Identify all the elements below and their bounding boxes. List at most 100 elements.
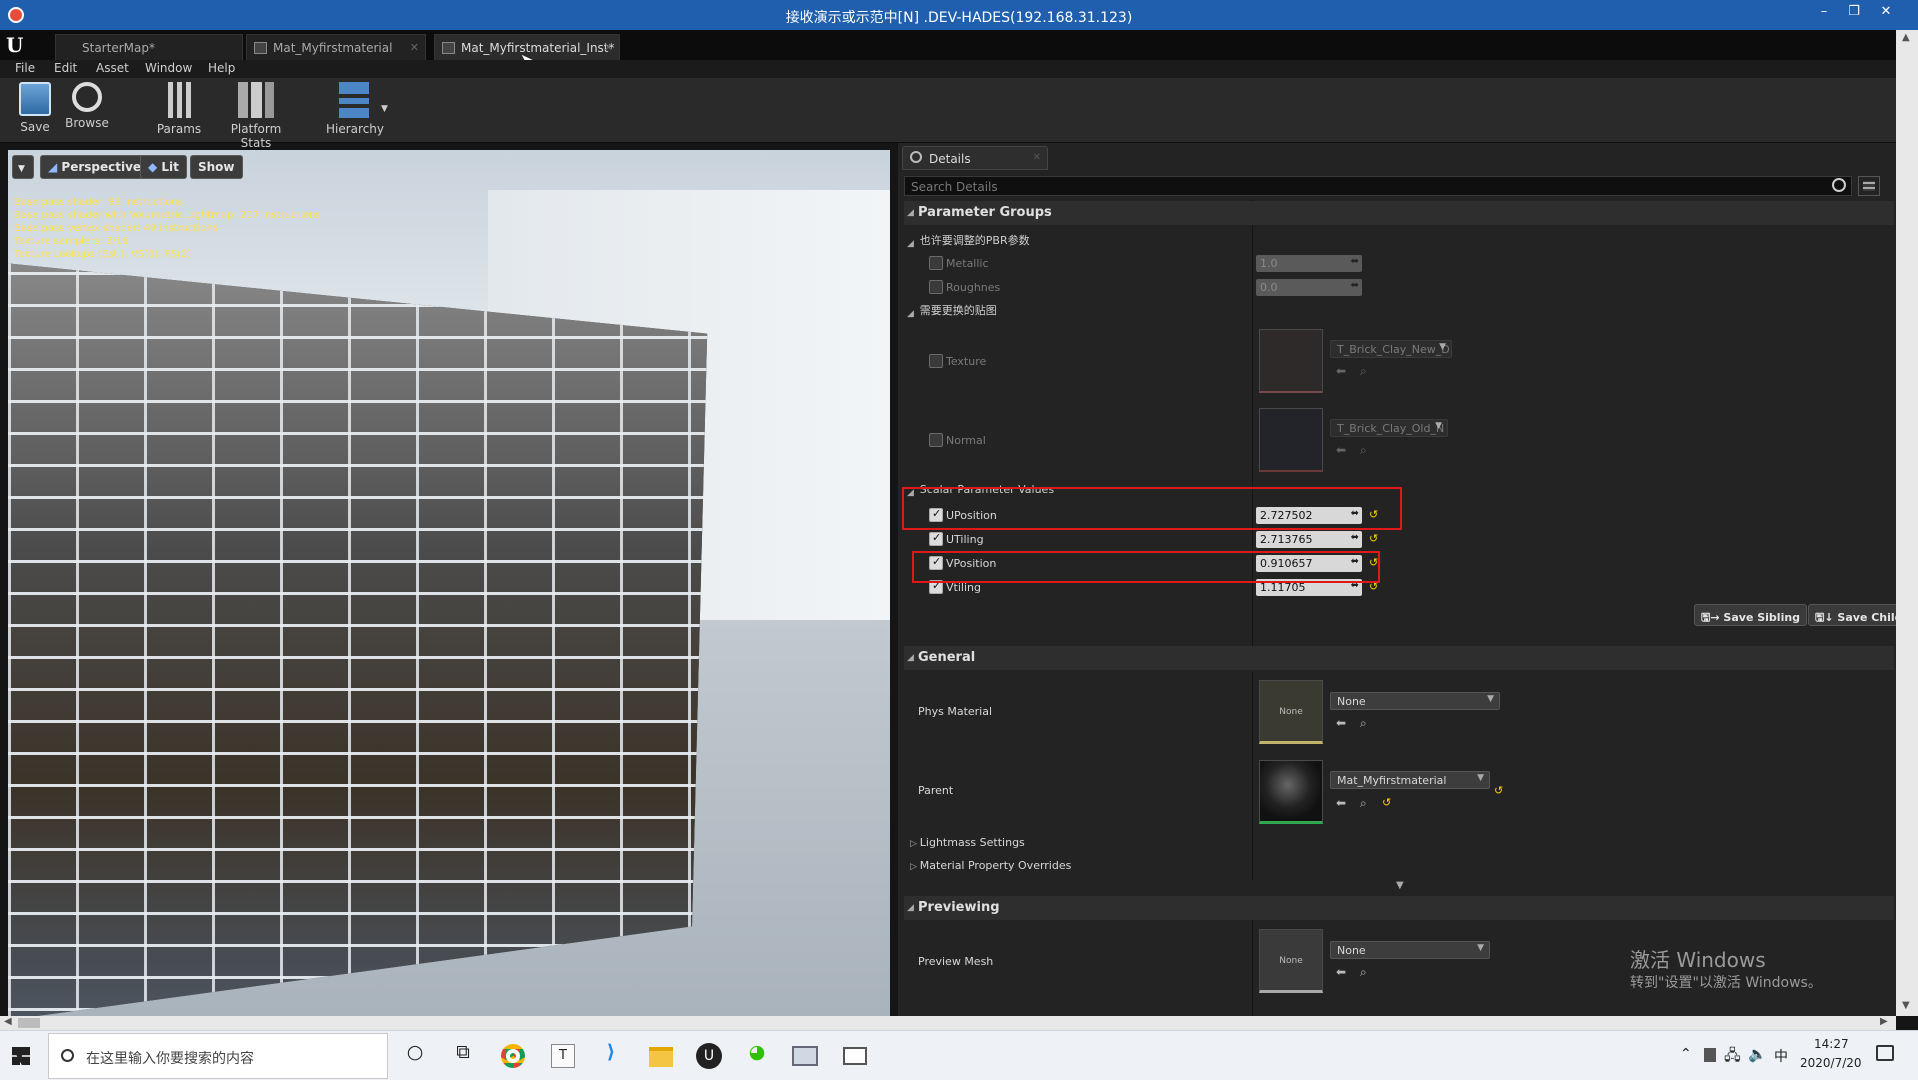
activation-watermark-text: 转到"设置"以激活 Windows。 bbox=[1630, 975, 1822, 991]
close-icon[interactable]: ✕ bbox=[410, 41, 419, 54]
preview-mesh-combo[interactable]: None ▼ bbox=[1330, 941, 1490, 959]
horizontal-scrollbar[interactable]: ◀ ▶ bbox=[0, 1016, 1896, 1030]
search-details-input[interactable]: Search Details bbox=[904, 176, 1852, 196]
texture-checkbox[interactable] bbox=[929, 354, 943, 368]
use-selected-icon[interactable]: ⬅ bbox=[1336, 796, 1346, 810]
browse-icon[interactable]: ⌕ bbox=[1360, 796, 1367, 811]
menu-help[interactable]: Help bbox=[208, 61, 235, 75]
params-button[interactable]: Params bbox=[156, 82, 202, 136]
start-windows-icon[interactable] bbox=[12, 1047, 30, 1065]
tray-app-icon[interactable] bbox=[1704, 1048, 1716, 1062]
scroll-right-icon[interactable]: ▶ bbox=[1880, 1016, 1888, 1027]
close-button[interactable]: ✕ bbox=[1872, 4, 1900, 19]
chevron-down-icon[interactable]: ▼ bbox=[381, 104, 388, 114]
browse-icon[interactable]: ⌕ bbox=[1360, 364, 1367, 379]
vertical-scrollbar[interactable]: ▲ ▼ bbox=[1896, 30, 1918, 1016]
tab-mat-myfirstmaterial[interactable]: Mat_Myfirstmaterial ✕ bbox=[246, 34, 426, 60]
reset-to-default-icon[interactable]: ↺ bbox=[1369, 532, 1378, 545]
clock-time[interactable]: 14:27 bbox=[1814, 1037, 1849, 1051]
close-icon[interactable]: ✕ bbox=[1033, 152, 1041, 163]
wechat-icon[interactable]: ◕ bbox=[742, 1041, 772, 1071]
view-options-icon[interactable] bbox=[1858, 176, 1880, 196]
save-button[interactable]: Save bbox=[14, 82, 56, 134]
browse-icon[interactable]: ⌕ bbox=[1360, 965, 1367, 980]
cortana-icon[interactable]: ○ bbox=[400, 1041, 430, 1071]
typora-icon[interactable]: T bbox=[548, 1041, 578, 1071]
general-header[interactable]: ◢ General bbox=[904, 646, 1894, 670]
advanced-expand-icon[interactable]: ▼ bbox=[1396, 880, 1404, 891]
minimize-button[interactable]: – bbox=[1810, 4, 1838, 19]
phys-material-value: None bbox=[1337, 695, 1366, 708]
utiling-field[interactable]: 2.713765 ⬌ bbox=[1256, 531, 1362, 548]
group-textures-header[interactable]: ◢ 需要更换的贴图 bbox=[907, 302, 997, 319]
normal-thumbnail[interactable] bbox=[1259, 408, 1323, 472]
menu-file[interactable]: File bbox=[15, 61, 35, 75]
unreal-engine-icon[interactable]: U bbox=[694, 1041, 724, 1071]
hierarchy-button[interactable]: Hierarchy bbox=[326, 82, 384, 136]
remote-viewer-icon[interactable] bbox=[790, 1041, 820, 1071]
menu-window[interactable]: Window bbox=[145, 61, 192, 75]
file-explorer-icon[interactable] bbox=[646, 1041, 676, 1071]
scroll-up-icon[interactable]: ▲ bbox=[1902, 32, 1910, 43]
tab-startermap[interactable]: StarterMap* bbox=[55, 34, 243, 60]
reset-to-default-icon[interactable]: ↺ bbox=[1494, 784, 1503, 797]
browse-icon[interactable]: ⌕ bbox=[1360, 716, 1367, 731]
preview-mesh-thumbnail[interactable]: None bbox=[1259, 929, 1323, 993]
lit-button[interactable]: ◆ Lit bbox=[140, 155, 187, 179]
lit-icon: ◆ bbox=[148, 160, 162, 174]
search-icon[interactable] bbox=[1832, 178, 1846, 192]
use-selected-icon[interactable]: ⬅ bbox=[1336, 716, 1346, 730]
clock-date[interactable]: 2020/7/20 bbox=[1800, 1056, 1862, 1070]
phys-material-thumbnail[interactable]: None bbox=[1259, 680, 1323, 744]
normal-checkbox[interactable] bbox=[929, 433, 943, 447]
ime-indicator[interactable]: 中 bbox=[1774, 1046, 1788, 1066]
reset-to-default-icon[interactable]: ↺ bbox=[1382, 796, 1391, 809]
use-selected-icon[interactable]: ⬅ bbox=[1336, 364, 1346, 378]
scroll-left-icon[interactable]: ◀ bbox=[4, 1016, 12, 1027]
phys-material-combo[interactable]: None ▼ bbox=[1330, 692, 1500, 710]
scroll-thumb[interactable] bbox=[18, 1018, 40, 1028]
vscode-icon[interactable]: ⟩ bbox=[596, 1041, 626, 1071]
menu-edit[interactable]: Edit bbox=[54, 61, 77, 75]
notification-center-icon[interactable] bbox=[1876, 1045, 1894, 1061]
general-label: General bbox=[918, 650, 976, 665]
texture-thumbnail[interactable] bbox=[1259, 329, 1323, 393]
roughness-checkbox[interactable] bbox=[929, 280, 943, 294]
texture-asset-combo[interactable]: T_Brick_Clay_New_D ▼ bbox=[1330, 340, 1452, 358]
tab-details[interactable]: Details ✕ bbox=[902, 146, 1048, 170]
remote-desktop-icon[interactable] bbox=[840, 1041, 870, 1071]
lightmass-settings-row[interactable]: ▷ Lightmass Settings bbox=[910, 836, 1025, 849]
close-icon[interactable]: ✕ bbox=[604, 41, 613, 54]
restore-button[interactable]: ❐ bbox=[1840, 4, 1868, 19]
material-overrides-row[interactable]: ▷ Material Property Overrides bbox=[910, 859, 1071, 872]
metallic-field[interactable]: 1.0 ⬌ bbox=[1256, 255, 1362, 272]
previewing-header[interactable]: ◢ Previewing bbox=[904, 896, 1894, 920]
volume-icon[interactable]: 🔈 bbox=[1748, 1045, 1767, 1063]
material-preview-viewport[interactable]: ▼ ◢ Perspective ◆ Lit Show Base pass sha… bbox=[8, 150, 890, 1016]
group-pbr-header[interactable]: ◢ 也许要调整的PBR参数 bbox=[907, 232, 1030, 249]
browse-icon[interactable]: ⌕ bbox=[1360, 443, 1367, 458]
viewport-options-button[interactable]: ▼ bbox=[12, 155, 34, 179]
save-sibling-button[interactable]: 🖫→ Save Sibling bbox=[1694, 604, 1808, 626]
scroll-down-icon[interactable]: ▼ bbox=[1902, 1000, 1910, 1011]
browse-button[interactable]: Browse bbox=[64, 82, 110, 130]
menu-asset[interactable]: Asset bbox=[96, 61, 129, 75]
parent-thumbnail[interactable] bbox=[1259, 760, 1323, 824]
tray-up-arrow-icon[interactable]: ⌃ bbox=[1680, 1046, 1692, 1062]
platform-stats-button[interactable]: Platform Stats bbox=[214, 82, 298, 150]
normal-asset-combo[interactable]: T_Brick_Clay_Old_N ▼ bbox=[1330, 419, 1448, 437]
save-child-button[interactable]: 🖫↓ Save Child bbox=[1808, 604, 1910, 626]
taskbar-search-input[interactable]: 在这里输入你要搜索的内容 bbox=[48, 1033, 388, 1079]
metallic-checkbox[interactable] bbox=[929, 256, 943, 270]
parent-combo[interactable]: Mat_Myfirstmaterial ▼ bbox=[1330, 771, 1490, 789]
show-button[interactable]: Show bbox=[190, 155, 243, 179]
chrome-icon[interactable] bbox=[498, 1041, 528, 1071]
perspective-button[interactable]: ◢ Perspective bbox=[40, 155, 150, 179]
use-selected-icon[interactable]: ⬅ bbox=[1336, 965, 1346, 979]
parameter-groups-header[interactable]: ◢ Parameter Groups bbox=[904, 201, 1894, 225]
task-view-icon[interactable]: ⧉ bbox=[448, 1041, 478, 1071]
roughness-field[interactable]: 0.0 ⬌ bbox=[1256, 279, 1362, 296]
utiling-checkbox[interactable] bbox=[929, 531, 943, 546]
network-icon[interactable]: 🖧 bbox=[1724, 1045, 1741, 1070]
use-selected-icon[interactable]: ⬅ bbox=[1336, 443, 1346, 457]
